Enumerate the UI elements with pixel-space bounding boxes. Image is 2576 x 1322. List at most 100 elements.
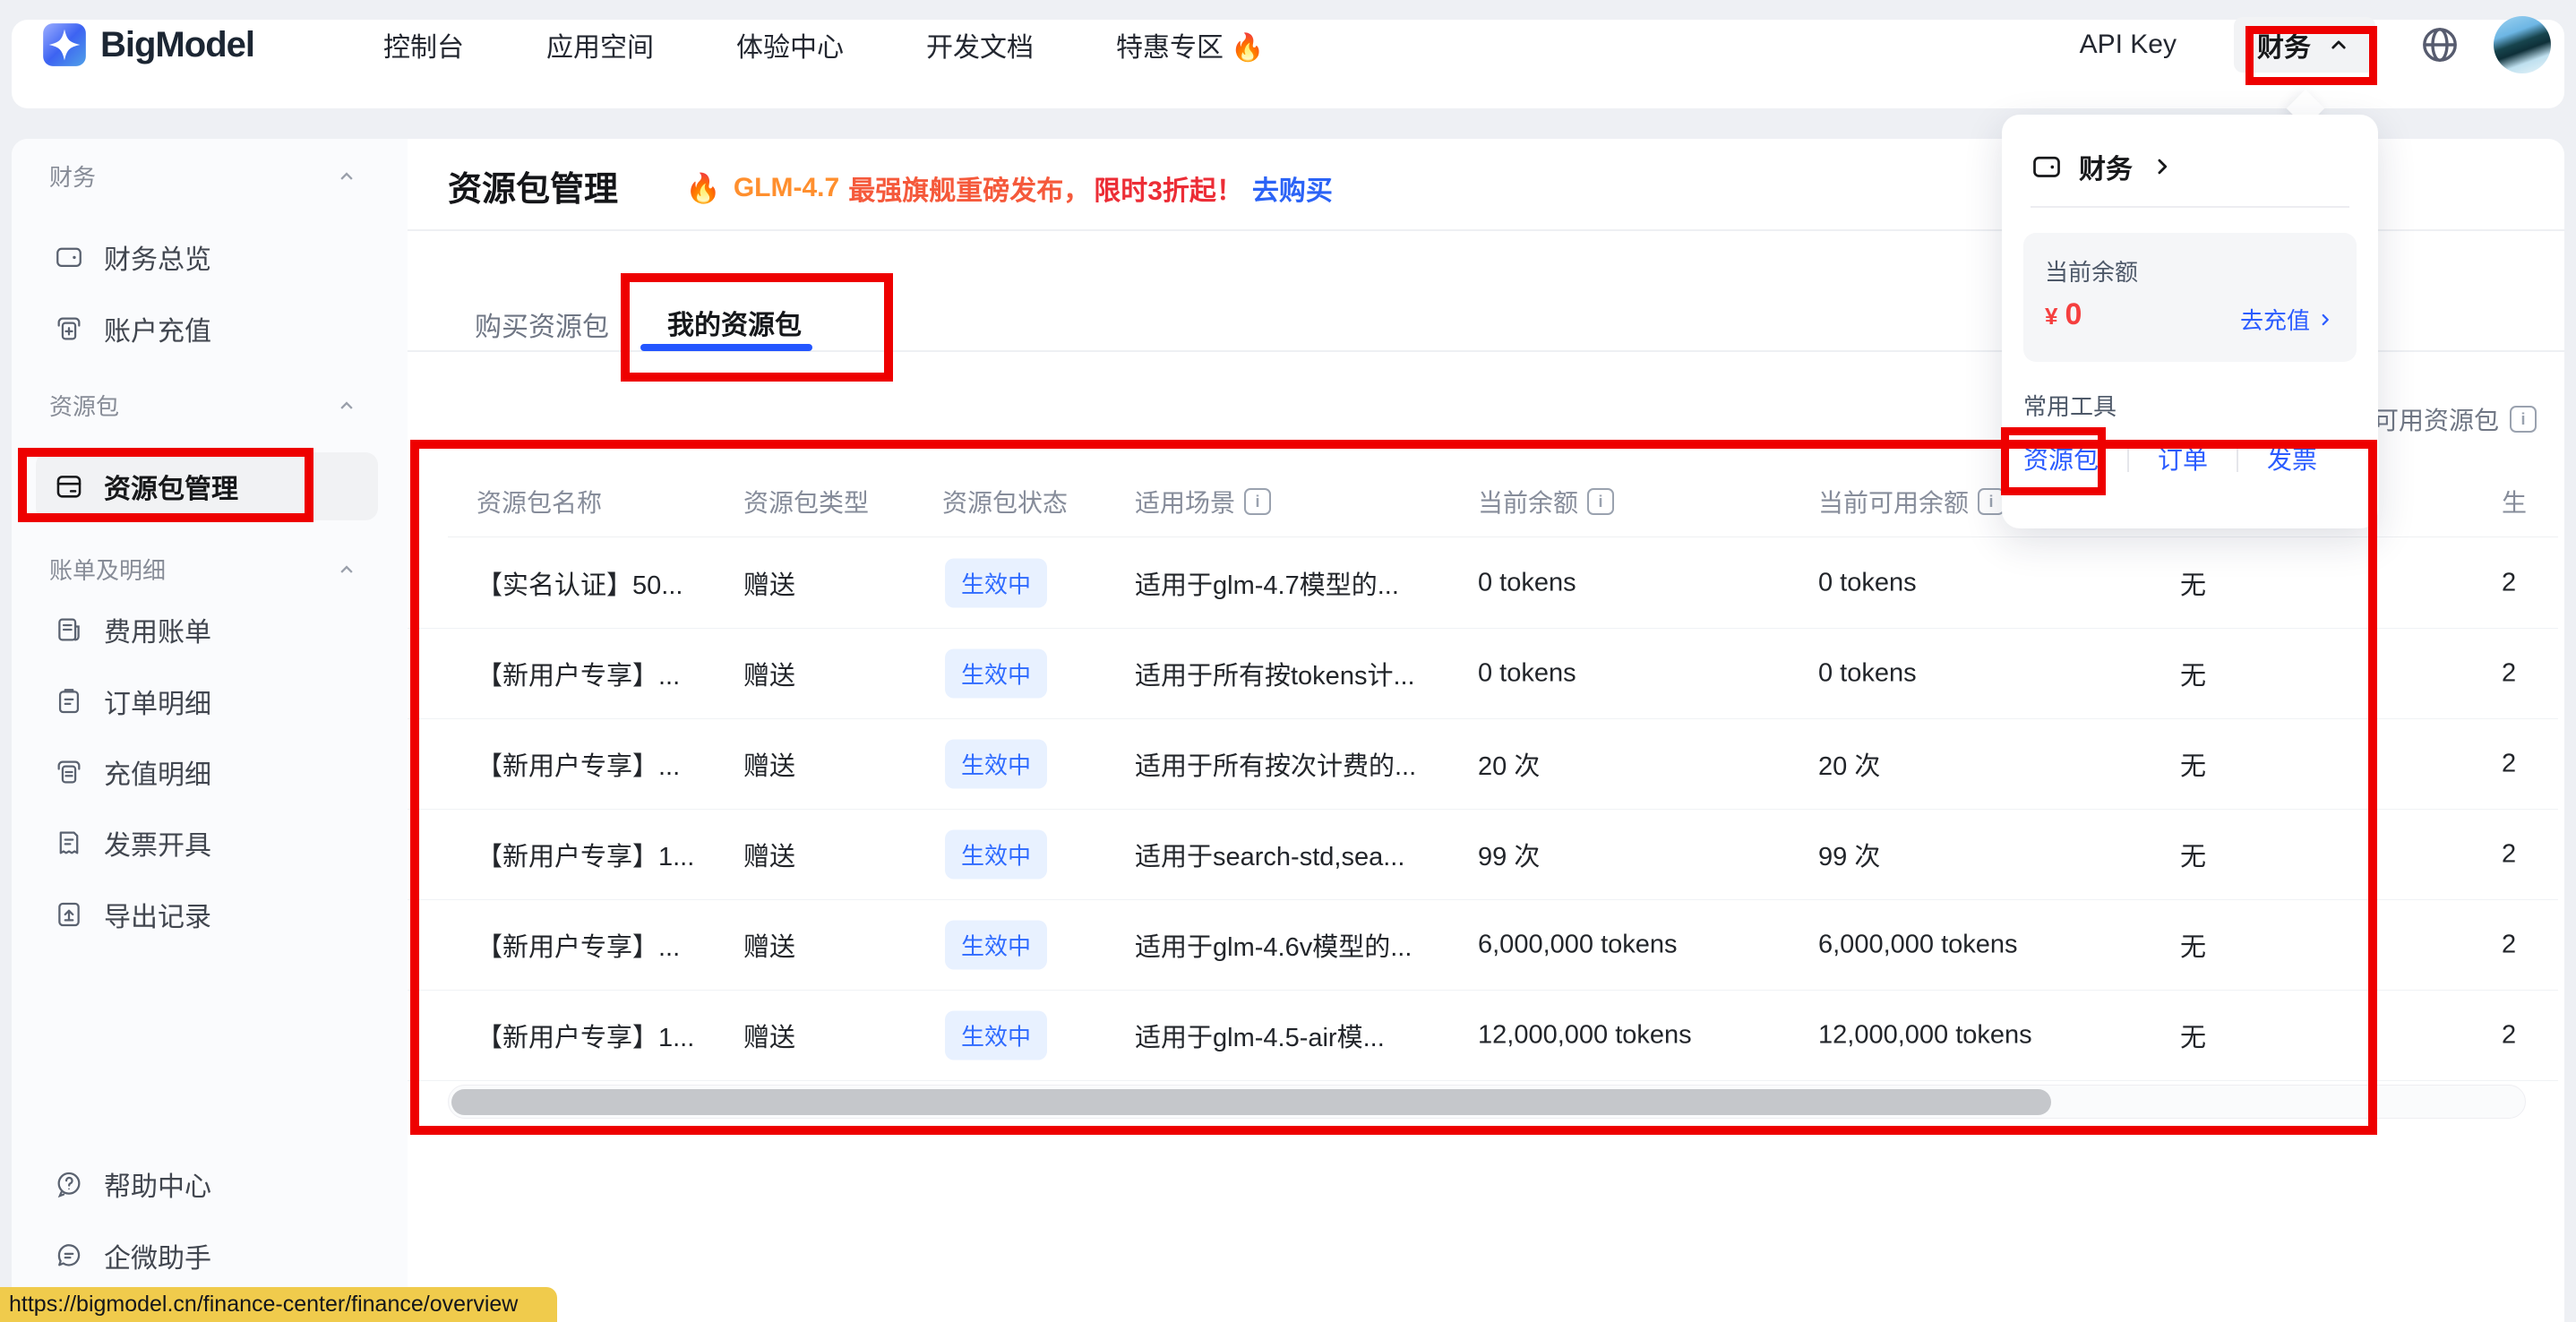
dropdown-divider (2031, 206, 2349, 208)
pack-available: 12,000,000 tokens (1818, 1020, 2032, 1050)
pack-balance: 6,000,000 tokens (1478, 930, 1678, 959)
wallet-icon (54, 242, 84, 272)
status-badge: 生效中 (945, 648, 1047, 698)
pack-available: 20 次 (1818, 745, 1880, 783)
sidebar-item-invoice[interactable]: 发票开具 (36, 809, 378, 877)
screen: BigModel 控制台 应用空间 体验中心 开发文档 特惠专区 🔥 API K… (0, 0, 2576, 1322)
table-row[interactable]: 【新用户专享】... 赠送 生效中 适用于glm-4.6v模型的... 6,00… (408, 899, 2558, 991)
promo-buy-link[interactable]: 去购买 (1252, 168, 1333, 208)
bigmodel-logo-text: BigModel (100, 25, 254, 65)
column-header-scene: 适用场景i (1135, 484, 1271, 519)
pack-scene: 适用于search-std,sea... (1135, 836, 1404, 873)
tool-link-resource-pack[interactable]: 资源包 (2023, 441, 2099, 476)
pack-type: 赠送 (743, 745, 795, 783)
sidebar-item-export-records[interactable]: 导出记录 (36, 880, 378, 949)
pack-available: 0 tokens (1818, 658, 1917, 688)
horizontal-scrollbar-thumb[interactable] (451, 1089, 2051, 1115)
pack-name: 【新用户专享】1... (477, 836, 694, 873)
status-badge: 生效中 (945, 829, 1047, 879)
pack-effective: 2 (2502, 658, 2516, 688)
pack-type: 赠送 (743, 836, 795, 873)
table-row[interactable]: 【新用户专享】... 赠送 生效中 适用于所有按tokens计... 0 tok… (408, 628, 2558, 719)
bigmodel-logo-icon (41, 21, 88, 68)
chevron-up-icon (334, 393, 359, 418)
column-header-available: 当前可用余额i (1818, 484, 2005, 519)
info-icon: i (1244, 488, 1271, 515)
nav-item-app-space[interactable]: 应用空间 (546, 25, 654, 64)
pack-scene: 适用于glm-4.6v模型的... (1135, 926, 1412, 964)
pack-balance: 99 次 (1478, 836, 1540, 873)
dropdown-finance-header[interactable]: 财务 (2031, 147, 2176, 186)
info-icon: i (1978, 488, 2005, 515)
tab-my-resource-pack[interactable]: 我的资源包 (667, 303, 802, 342)
recharge-icon (54, 313, 84, 344)
sidebar-section-bills[interactable]: 账单及明细 (49, 553, 372, 586)
invoice-icon (54, 828, 84, 858)
pack-name: 【新用户专享】... (477, 745, 680, 783)
tool-link-orders[interactable]: 订单 (2158, 441, 2208, 476)
finance-dropdown-panel: 财务 当前余额 ¥0 去充值 常用工具 资源包 订单 发票 (2002, 115, 2378, 528)
pack-effective: 2 (2502, 749, 2516, 778)
nav-item-console[interactable]: 控制台 (383, 25, 464, 64)
sidebar-item-account-recharge[interactable]: 账户充值 (36, 295, 378, 363)
chat-icon (54, 1240, 84, 1271)
info-icon: i (2510, 406, 2537, 433)
table-row[interactable]: 【实名认证】50... 赠送 生效中 适用于glm-4.7模型的... 0 to… (408, 537, 2558, 629)
finance-menu-button[interactable]: 财务 (2234, 17, 2375, 73)
nav-links: 控制台 应用空间 体验中心 开发文档 特惠专区 🔥 (383, 0, 1265, 89)
balance-label: 当前余额 (2045, 254, 2138, 288)
table-row[interactable]: 【新用户专享】... 赠送 生效中 适用于所有按次计费的... 20 次 20 … (408, 718, 2558, 810)
chevron-up-icon (334, 557, 359, 582)
bigmodel-logo[interactable]: BigModel (41, 21, 254, 68)
pack-name: 【新用户专享】1... (477, 1017, 694, 1054)
sidebar-item-help-center[interactable]: 帮助中心 (36, 1150, 378, 1218)
sidebar-item-finance-overview[interactable]: 财务总览 (36, 223, 378, 291)
status-badge: 生效中 (945, 739, 1047, 788)
chevron-up-icon (334, 164, 359, 189)
recharge-link[interactable]: 去充值 (2240, 303, 2335, 336)
table-row[interactable]: 【新用户专享】1... 赠送 生效中 适用于glm-4.5-air模... 12… (408, 990, 2558, 1081)
pack-type: 赠送 (743, 655, 795, 692)
globe-icon[interactable] (2418, 23, 2461, 66)
nav-item-docs[interactable]: 开发文档 (926, 25, 1034, 64)
column-header-type: 资源包类型 (743, 484, 869, 519)
pack-balance: 0 tokens (1478, 568, 1576, 597)
pack-expire: 无 (2180, 655, 2206, 692)
export-icon (54, 899, 84, 930)
promo-banner: 🔥 GLM-4.7 最强旗舰重磅发布， 限时3折起！ 去购买 (685, 168, 1333, 208)
user-avatar[interactable] (2494, 16, 2551, 73)
sidebar-section-finance[interactable]: 财务 (49, 159, 372, 193)
sidebar-item-recharge-details[interactable]: 充值明细 (36, 738, 378, 806)
status-badge: 生效中 (945, 558, 1047, 607)
pack-expire: 无 (2180, 564, 2206, 602)
pack-effective: 2 (2502, 930, 2516, 959)
pack-balance: 0 tokens (1478, 658, 1576, 688)
tab-buy-resource-pack[interactable]: 购买资源包 (475, 305, 609, 344)
pack-available: 6,000,000 tokens (1818, 930, 2018, 959)
promo-text: 最强旗舰重磅发布， (848, 168, 1090, 208)
balance-value: ¥0 (2045, 297, 2082, 332)
sidebar-item-order-details[interactable]: 订单明细 (36, 667, 378, 735)
sidebar-item-resource-pack-management[interactable]: 资源包管理 (36, 452, 378, 520)
pack-expire: 无 (2180, 1017, 2206, 1054)
sidebar-item-wecom-assistant[interactable]: 企微助手 (36, 1222, 378, 1290)
bill-icon (54, 614, 84, 645)
recharge-icon (54, 757, 84, 787)
status-url: https://bigmodel.cn/finance-center/finan… (9, 1292, 518, 1318)
common-tools-links: 资源包 订单 发票 (2023, 441, 2317, 476)
active-tab-underline (640, 344, 812, 351)
tool-link-invoices[interactable]: 发票 (2267, 441, 2317, 476)
nav-item-experience[interactable]: 体验中心 (736, 25, 844, 64)
pack-effective: 2 (2502, 839, 2516, 869)
table-row[interactable]: 【新用户专享】1... 赠送 生效中 适用于search-std,sea... … (408, 809, 2558, 900)
nav-item-api-key[interactable]: API Key (2080, 30, 2177, 60)
pack-scene: 适用于glm-4.7模型的... (1135, 564, 1399, 602)
pack-scene: 适用于所有按tokens计... (1135, 655, 1415, 692)
nav-item-deals[interactable]: 特惠专区 🔥 (1116, 25, 1265, 64)
sidebar-section-resource-pack[interactable]: 资源包 (49, 389, 372, 422)
pack-balance: 20 次 (1478, 745, 1540, 783)
pack-type: 赠送 (743, 1017, 795, 1054)
column-header-effective: 生 (2502, 484, 2527, 519)
sidebar-item-expense-bill[interactable]: 费用账单 (36, 596, 378, 664)
pack-type: 赠送 (743, 564, 795, 602)
